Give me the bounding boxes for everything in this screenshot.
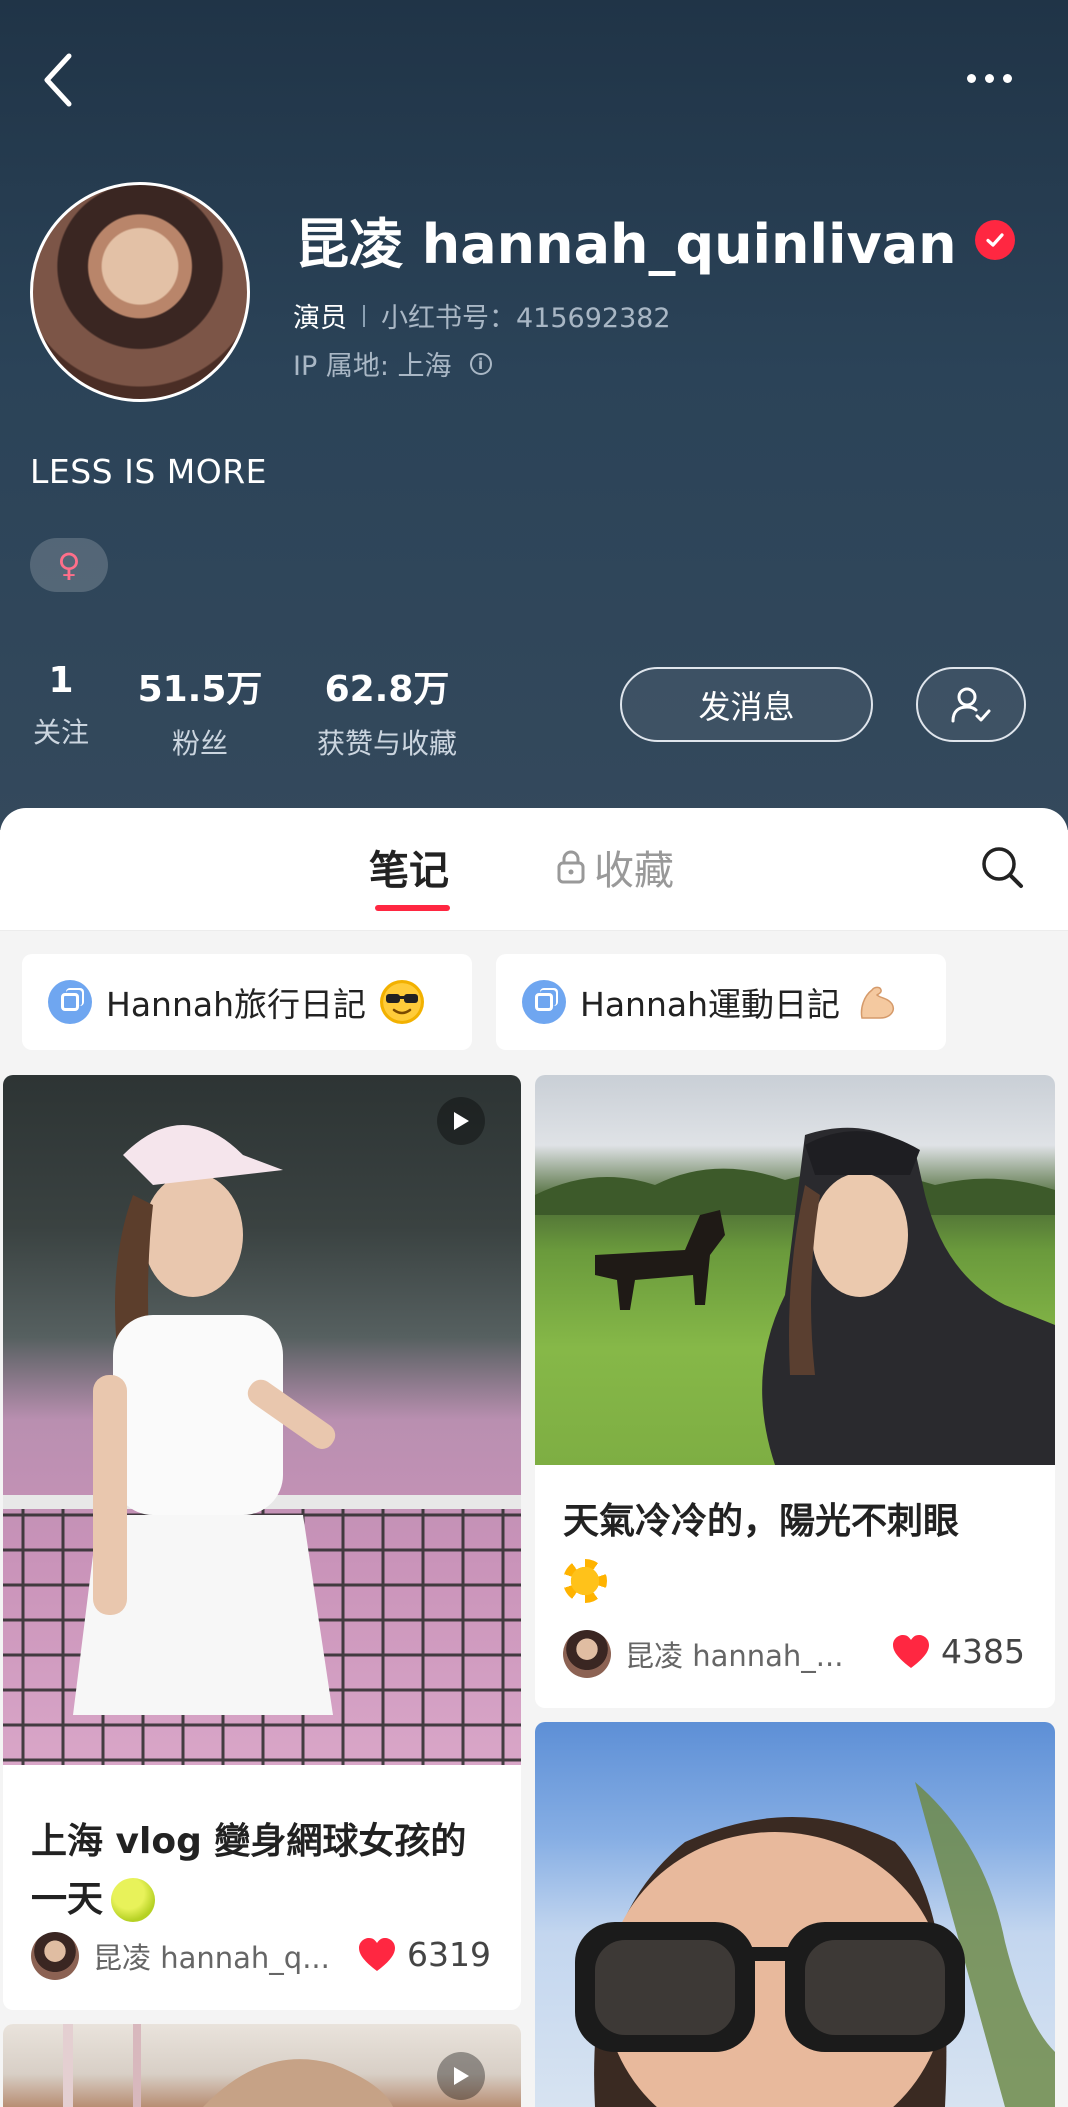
stat-following-label: 关注 <box>32 716 89 749</box>
note-title-line: 上海 vlog 變身網球女孩的 <box>31 1821 467 1862</box>
like-button[interactable]: 6319 <box>357 1935 491 1974</box>
note-title-line: 天氣冷冷的，陽光不刺眼 <box>563 1501 960 1542</box>
tab-notes[interactable]: 笔记 <box>369 838 449 896</box>
profile-name: 昆凌 hannah_quinlivan <box>295 200 1015 279</box>
author-name: 昆凌 hannah_q... <box>93 1941 330 1975</box>
profile-ip-text: IP 属地: 上海 <box>293 351 452 382</box>
note-card[interactable] <box>3 2024 521 2107</box>
tab-bar <box>0 808 1068 931</box>
video-play-icon <box>437 1097 485 1145</box>
divider <box>363 304 365 327</box>
chevron-left-icon <box>44 53 72 107</box>
collection-travel-title: Hannah旅行日記 <box>106 985 367 1024</box>
collection-sports[interactable]: Hannah運動日記 <box>496 954 946 1050</box>
note-author[interactable]: 昆凌 hannah_q... <box>31 1932 330 1980</box>
flexed-biceps-emoji-icon <box>854 980 898 1024</box>
collection-travel[interactable]: Hannah旅行日記 <box>22 954 472 1050</box>
tennis-ball-emoji-icon <box>111 1878 156 1922</box>
stat-fans-label: 粉丝 <box>171 727 228 760</box>
user-check-icon <box>951 687 991 722</box>
note-title-line: 一天 <box>31 1871 466 1929</box>
note-author[interactable]: 昆凌 hannah_... <box>563 1630 843 1678</box>
sunglasses-emoji-icon <box>380 980 425 1024</box>
note-card[interactable]: 天氣冷冷的，陽光不刺眼 昆凌 hannah_... 4385 <box>535 1075 1055 1708</box>
note-cover-image <box>535 1722 1055 2107</box>
stat-likes-count: 62.8万 <box>324 669 450 710</box>
note-title-line-text: 一天 <box>31 1879 104 1920</box>
tab-favorites[interactable]: 收藏 <box>556 838 674 896</box>
dot-icon <box>966 73 976 83</box>
like-count: 4385 <box>941 1632 1025 1671</box>
profile-red-id[interactable]: 小红书号：415692382 <box>381 296 671 335</box>
send-message-button[interactable]: 发消息 <box>620 667 873 742</box>
active-tab-indicator <box>375 905 450 911</box>
tab-notes-label: 笔记 <box>369 848 449 894</box>
author-name: 昆凌 hannah_... <box>625 1639 844 1673</box>
note-card[interactable]: 上海 vlog 變身網球女孩的 一天 昆凌 hannah_q... 6319 <box>3 1075 521 2010</box>
dot-icon <box>1002 73 1012 83</box>
profile-avatar[interactable] <box>30 182 250 402</box>
profile-name-text: 昆凌 hannah_quinlivan <box>295 213 957 276</box>
note-card[interactable] <box>535 1722 1055 2107</box>
like-button[interactable]: 4385 <box>891 1632 1025 1671</box>
stat-following-count: 1 <box>48 660 74 701</box>
note-cover-image <box>3 2024 521 2107</box>
note-cover-image <box>3 1075 521 1765</box>
gender-female-icon: ♀ <box>30 538 108 592</box>
profile-role: 演员 <box>293 303 347 334</box>
collection-icon <box>48 980 92 1024</box>
dot-icon <box>984 73 994 83</box>
stat-fans[interactable]: 51.5万 粉丝 <box>135 660 265 762</box>
more-options-button[interactable] <box>958 58 1020 98</box>
profile-bio: LESS IS MORE <box>30 452 268 491</box>
search-icon <box>982 847 1023 888</box>
sun-emoji-icon <box>563 1559 607 1603</box>
tab-favorites-label: 收藏 <box>594 848 674 894</box>
stat-following[interactable]: 1 关注 <box>30 660 92 751</box>
heart-icon <box>359 1937 396 1971</box>
search-button[interactable] <box>978 843 1028 893</box>
stat-fans-count: 51.5万 <box>137 669 263 710</box>
author-avatar <box>563 1630 611 1678</box>
stat-likes[interactable]: 62.8万 获赞与收藏 <box>302 660 472 762</box>
profile-meta: 演员 小红书号：415692382 <box>293 296 671 335</box>
verified-badge-icon <box>974 219 1015 260</box>
followed-button[interactable] <box>916 667 1026 742</box>
profile-ip: IP 属地: 上海 i <box>293 344 492 383</box>
stat-likes-label: 获赞与收藏 <box>316 727 457 760</box>
info-icon[interactable]: i <box>469 352 492 375</box>
collection-sports-title: Hannah運動日記 <box>580 985 841 1024</box>
note-title-line <box>563 1551 959 1609</box>
note-title: 天氣冷冷的，陽光不刺眼 <box>563 1493 959 1609</box>
author-avatar <box>31 1932 79 1980</box>
note-title: 上海 vlog 變身網球女孩的 一天 <box>31 1813 466 1929</box>
heart-icon <box>893 1634 930 1668</box>
video-play-icon <box>437 2052 485 2100</box>
like-count: 6319 <box>407 1935 491 1974</box>
lock-icon <box>557 850 585 884</box>
collection-icon <box>522 980 566 1024</box>
back-button[interactable] <box>28 50 88 110</box>
note-cover-image <box>535 1075 1055 1465</box>
